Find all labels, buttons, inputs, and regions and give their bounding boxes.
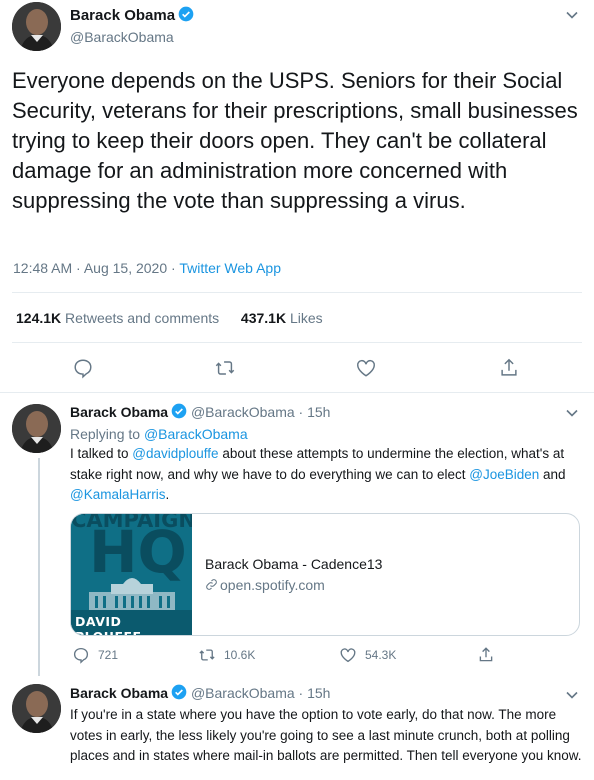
thread-line — [38, 458, 40, 676]
author-name[interactable]: Barack Obama — [70, 685, 168, 701]
replying-to: Replying to @BarackObama — [70, 424, 248, 444]
divider — [0, 392, 594, 393]
like-icon — [340, 648, 356, 663]
retweets-count: 124.1K — [16, 310, 62, 326]
retweet-icon — [199, 649, 215, 661]
card-title: Barack Obama - Cadence13 — [205, 556, 383, 572]
share-icon[interactable] — [477, 646, 495, 664]
author-handle[interactable]: @BarackObama — [70, 29, 194, 45]
mention-joebiden[interactable]: @JoeBiden — [469, 467, 539, 482]
author-handle[interactable]: @BarackObama — [191, 685, 295, 701]
mention-davidplouffe[interactable]: @davidplouffe — [132, 446, 218, 461]
retweet-icon[interactable] — [214, 357, 236, 379]
retweets-label: Retweets and comments — [65, 310, 220, 326]
separator-dot: · — [298, 685, 304, 701]
verified-icon — [171, 403, 187, 419]
author-name[interactable]: Barack Obama — [70, 404, 168, 420]
like-count: 54.3K — [365, 648, 397, 662]
like-icon[interactable] — [355, 357, 377, 379]
link-card[interactable]: CAMPAIGN HQ DAVID PLOUFFE Barack Obama -… — [70, 513, 580, 636]
reply-icon — [73, 647, 89, 664]
tweet-age[interactable]: 15h — [307, 404, 330, 420]
reply-count: 721 — [98, 648, 119, 662]
reply-text: If you're in a state where you have the … — [70, 707, 582, 763]
likes-label: Likes — [289, 310, 323, 326]
avatar[interactable] — [12, 2, 61, 51]
likes-count: 437.1K — [240, 310, 287, 326]
chevron-down-icon[interactable] — [565, 406, 579, 420]
author-name[interactable]: Barack Obama — [70, 7, 175, 24]
engagement-stats: 124.1K Retweets and comments 437.1K Like… — [16, 310, 323, 326]
author-handle[interactable]: @BarackObama — [191, 404, 295, 420]
card-image: CAMPAIGN HQ DAVID PLOUFFE — [71, 514, 192, 635]
author-block[interactable]: Barack Obama @BarackObama — [70, 6, 194, 45]
separator-dot: · — [298, 404, 304, 420]
card-image-text-plouffe: DAVID PLOUFFE — [75, 614, 141, 635]
reply-text-part: . — [165, 487, 170, 502]
share-icon[interactable] — [498, 357, 520, 379]
reply-header: Barack Obama @BarackObama · 15h — [70, 683, 330, 703]
reply-icon[interactable] — [72, 357, 94, 379]
divider — [12, 342, 582, 343]
reply-text: I talked to @davidplouffe about these at… — [70, 444, 582, 506]
like-button[interactable]: 54.3K — [339, 646, 396, 664]
retweet-count: 10.6K — [224, 648, 256, 662]
tweet-age[interactable]: 15h — [307, 685, 330, 701]
divider — [12, 292, 582, 293]
avatar[interactable] — [12, 684, 61, 733]
retweet-button[interactable]: 10.6K — [198, 646, 255, 664]
card-image-text-hq: HQ — [89, 518, 187, 586]
avatar[interactable] — [12, 404, 61, 453]
mention-kamalaharris[interactable]: @KamalaHarris — [70, 487, 165, 502]
reply-header: Barack Obama @BarackObama · 15h — [70, 402, 330, 422]
chevron-down-icon[interactable] — [565, 688, 579, 702]
verified-icon — [171, 684, 187, 700]
replying-prefix: Replying to — [70, 426, 144, 442]
tweet-time[interactable]: 12:48 AM · Aug 15, 2020 · — [13, 260, 179, 276]
verified-icon — [178, 6, 194, 22]
replying-handle[interactable]: @BarackObama — [144, 426, 248, 442]
tweet-source[interactable]: Twitter Web App — [179, 260, 281, 276]
card-domain: open.spotify.com — [220, 577, 325, 593]
card-domain-row: open.spotify.com — [205, 577, 325, 593]
reply-text-part: and — [539, 466, 566, 482]
tweet-meta: 12:48 AM · Aug 15, 2020 · Twitter Web Ap… — [13, 260, 281, 276]
chevron-down-icon[interactable] — [565, 8, 579, 22]
reply-text-part: I talked to — [70, 446, 133, 461]
link-icon — [206, 579, 217, 590]
tweet-text: Everyone depends on the USPS. Seniors fo… — [12, 68, 578, 213]
likes-stat[interactable]: 437.1K Likes — [241, 310, 323, 326]
retweets-stat[interactable]: 124.1K Retweets and comments — [16, 310, 219, 326]
reply-button[interactable]: 721 — [72, 646, 118, 664]
